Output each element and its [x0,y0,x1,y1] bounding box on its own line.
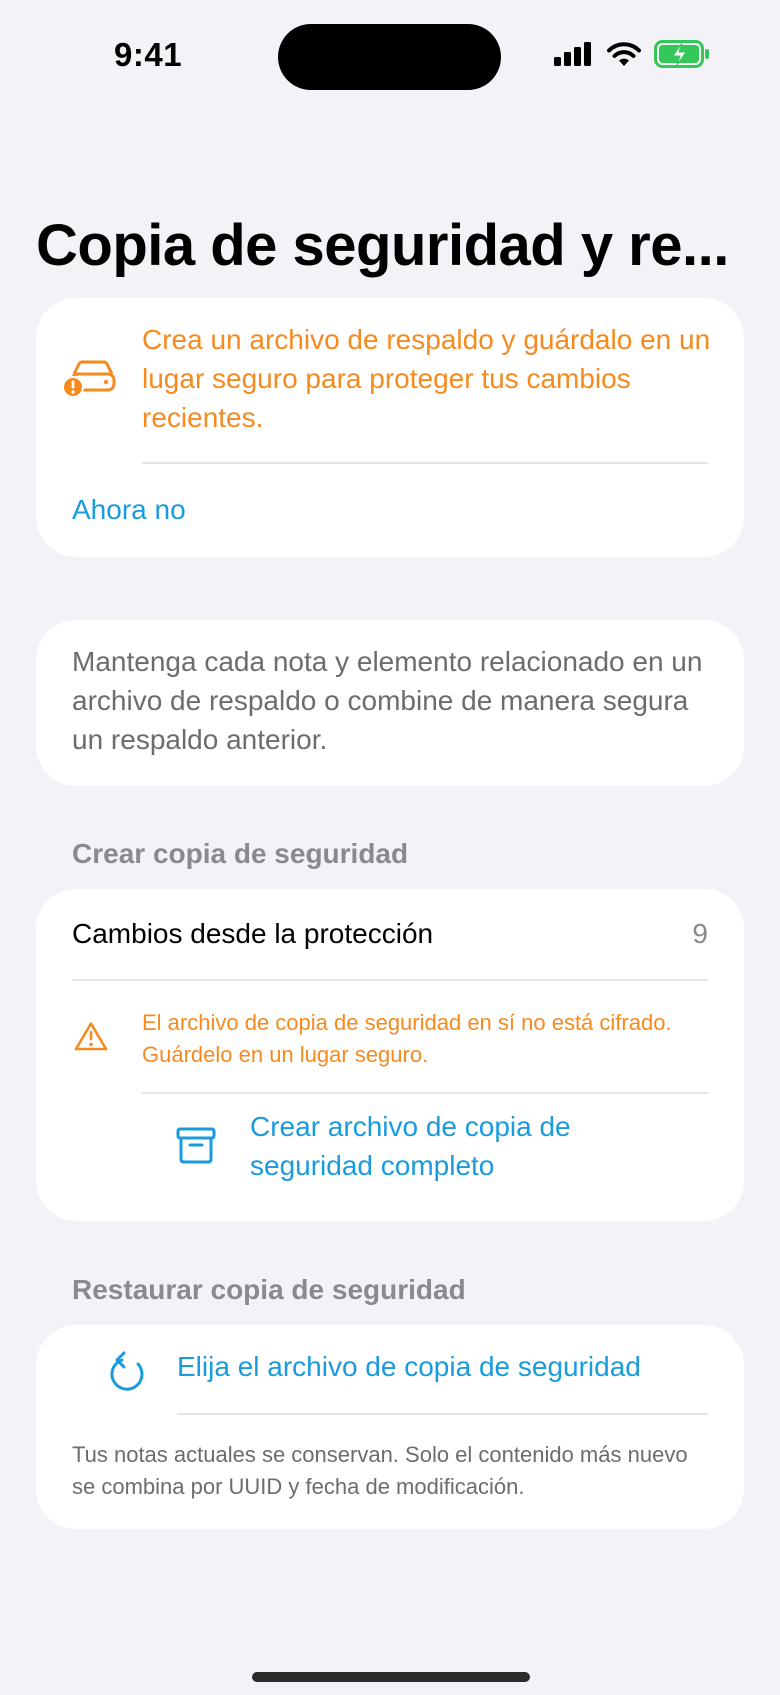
wifi-icon [606,41,642,72]
divider [177,1413,708,1415]
dynamic-island [278,24,501,90]
alert-message: Crea un archivo de respaldo y guárdalo e… [142,324,711,433]
info-card: Mantenga cada nota y elemento relacionad… [36,620,744,786]
status-icons [554,40,710,73]
divider [142,462,708,464]
home-indicator[interactable] [252,1672,530,1682]
restore-note: Tus notas actuales se conservan. Solo el… [72,1442,688,1499]
unencrypted-warning: El archivo de copia de seguridad en sí n… [142,1010,672,1067]
create-full-backup-button[interactable]: Crear archivo de copia de seguridad comp… [36,1095,744,1215]
changes-row: Cambios desde la protección 9 [36,889,744,980]
cellular-signal-icon [554,42,594,71]
not-now-button[interactable]: Ahora no [72,494,186,526]
info-text: Mantenga cada nota y elemento relacionad… [72,646,703,755]
restore-arrow-icon [108,1351,148,1398]
choose-backup-file-label: Elija el archivo de copia de seguridad [177,1351,641,1382]
status-time: 9:41 [114,36,183,73]
page-title: Copia de seguridad y re... [36,213,729,278]
warning-triangle-icon [74,1021,108,1056]
choose-backup-file-button[interactable]: Elija el archivo de copia de seguridad [36,1325,744,1415]
divider [142,1092,708,1094]
restore-section-header: Restaurar copia de seguridad [72,1274,466,1305]
restore-backup-card: Elija el archivo de copia de seguridad T… [36,1325,744,1529]
changes-label: Cambios desde la protección [72,918,434,949]
drive-warning-icon [62,360,118,405]
create-full-backup-label: Crear archivo de copia de seguridad comp… [250,1111,571,1181]
battery-charging-icon [654,40,710,73]
create-section-header: Crear copia de seguridad [72,838,409,869]
status-bar: 9:41 [0,0,780,110]
archive-box-icon [176,1125,216,1168]
changes-count: 9 [692,918,708,949]
backup-reminder-card: Crea un archivo de respaldo y guárdalo e… [36,298,744,557]
create-backup-card: Cambios desde la protección 9 El archivo… [36,889,744,1221]
divider [72,979,708,981]
